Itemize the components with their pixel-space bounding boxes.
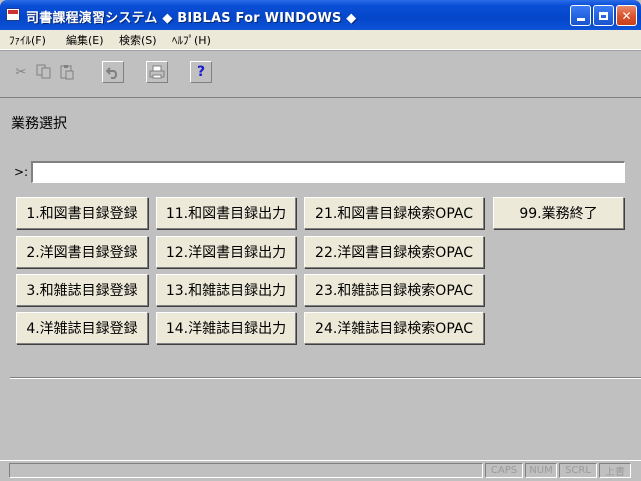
japanese-book-registration-button[interactable]: 1.和図書目録登録	[16, 197, 148, 229]
command-prompt: >:	[14, 165, 29, 179]
undo-button[interactable]	[102, 61, 124, 83]
menu-edit[interactable]: 編集(E)	[66, 32, 104, 48]
menu-search[interactable]: 検索(S)	[119, 32, 157, 48]
japanese-magazine-registration-button[interactable]: 3.和雑誌目録登録	[16, 274, 148, 306]
printer-icon	[149, 65, 165, 79]
maximize-button[interactable]	[593, 5, 614, 26]
status-bar: CAPS NUM SCRL 上書	[0, 460, 641, 481]
western-magazine-registration-button[interactable]: 4.洋雑誌目録登録	[16, 312, 148, 344]
toolbar: ✂ ?	[0, 50, 641, 98]
close-icon: ✕	[621, 8, 632, 23]
menu-file[interactable]: ﾌｧｲﾙ(F)	[9, 32, 46, 48]
western-magazine-output-button[interactable]: 14.洋雑誌目録出力	[156, 312, 296, 344]
western-magazine-opac-button[interactable]: 24.洋雑誌目録検索OPAC	[304, 312, 484, 344]
western-book-output-button[interactable]: 12.洋図書目録出力	[156, 236, 296, 268]
section-title: 業務選択	[11, 116, 67, 132]
maximize-icon	[599, 11, 608, 20]
title-bar[interactable]: 司書課程演習システム ◆ BIBLAS For WINDOWS ◆ ✕	[0, 0, 641, 30]
undo-icon	[106, 67, 118, 79]
print-button[interactable]	[146, 61, 168, 83]
exit-work-button[interactable]: 99.業務終了	[493, 197, 624, 229]
minimize-button[interactable]	[570, 5, 591, 26]
minimize-icon	[576, 18, 585, 21]
japanese-book-opac-button[interactable]: 21.和図書目録検索OPAC	[304, 197, 484, 229]
close-button[interactable]: ✕	[616, 5, 637, 26]
status-message	[9, 463, 483, 478]
scissors-icon: ✂	[15, 64, 27, 80]
overwrite-indicator: 上書	[599, 463, 631, 478]
western-book-opac-button[interactable]: 22.洋図書目録検索OPAC	[304, 236, 484, 268]
paste-icon	[60, 65, 74, 80]
help-button[interactable]: ?	[190, 61, 212, 83]
help-icon: ?	[196, 64, 206, 80]
menu-help[interactable]: ﾍﾙﾌﾟ(H)	[172, 32, 211, 48]
japanese-magazine-opac-button[interactable]: 23.和雑誌目録検索OPAC	[304, 274, 484, 306]
app-window: 司書課程演習システム ◆ BIBLAS For WINDOWS ◆ ✕ ﾌｧｲﾙ…	[0, 0, 641, 481]
japanese-book-output-button[interactable]: 11.和図書目録出力	[156, 197, 296, 229]
num-indicator: NUM	[525, 463, 557, 478]
copy-icon	[36, 64, 51, 79]
divider	[10, 377, 641, 379]
cut-button[interactable]: ✂	[10, 61, 32, 83]
paste-button[interactable]	[56, 61, 78, 83]
western-book-registration-button[interactable]: 2.洋図書目録登録	[16, 236, 148, 268]
app-icon[interactable]	[6, 8, 20, 21]
copy-button[interactable]	[33, 61, 55, 83]
window-title: 司書課程演習システム ◆ BIBLAS For WINDOWS ◆	[26, 11, 357, 26]
scrl-indicator: SCRL	[559, 463, 597, 478]
japanese-magazine-output-button[interactable]: 13.和雑誌目録出力	[156, 274, 296, 306]
command-input[interactable]	[31, 161, 625, 183]
menu-bar: ﾌｧｲﾙ(F) 編集(E) 検索(S) ﾍﾙﾌﾟ(H)	[0, 30, 641, 50]
caps-indicator: CAPS	[485, 463, 523, 478]
